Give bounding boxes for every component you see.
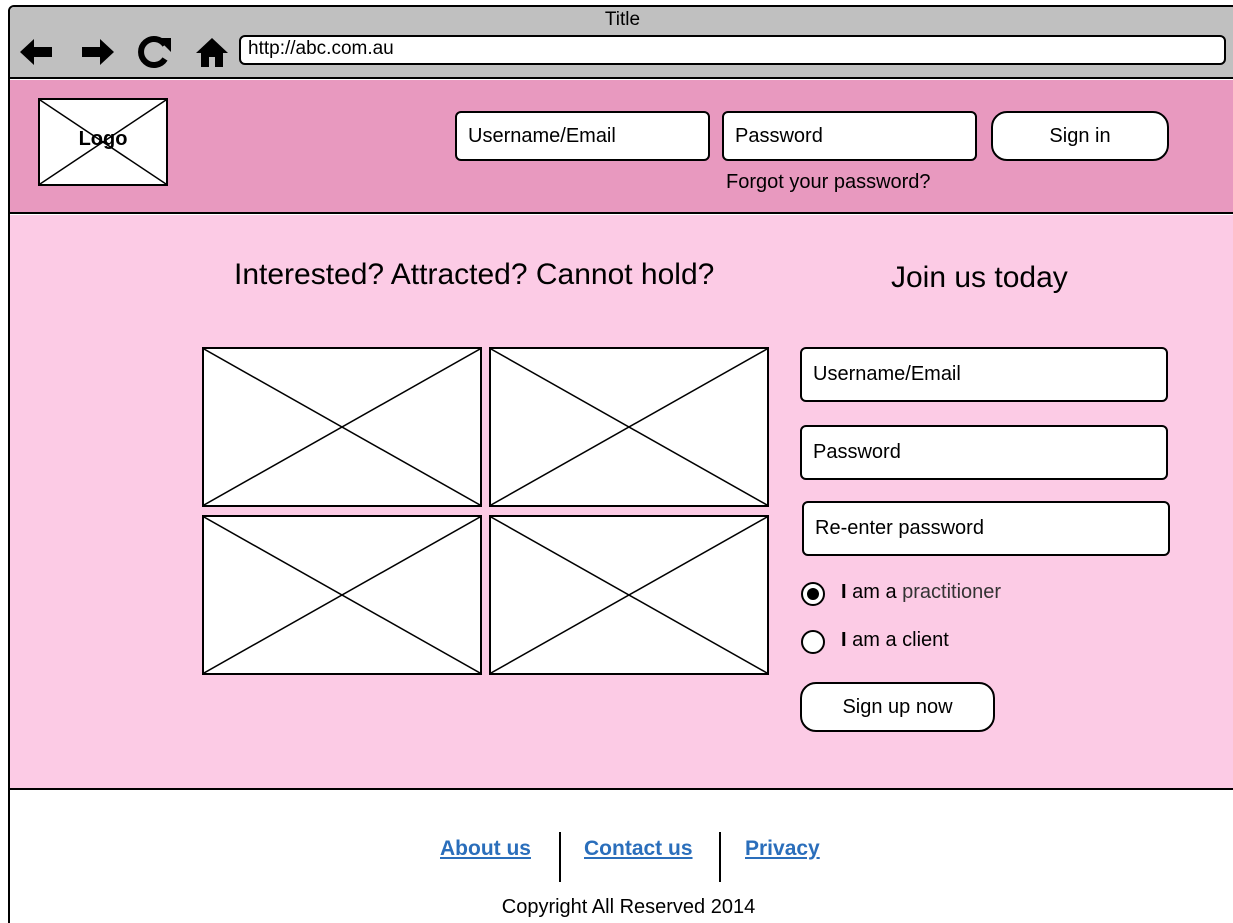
practitioner-radio-label[interactable]: I am a practitioner [841, 581, 1001, 604]
copyright-text: Copyright All Reserved 2014 [501, 896, 756, 918]
contact-us-link[interactable]: Contact us [584, 837, 693, 861]
signup-reenter-password-input[interactable]: Re-enter password [802, 501, 1170, 556]
join-title: Join us today [891, 261, 1068, 294]
client-radio-label[interactable]: I am a client [841, 629, 949, 652]
header-username-input[interactable]: Username/Email [455, 111, 710, 161]
forward-arrow-icon[interactable] [78, 33, 118, 71]
about-us-link[interactable]: About us [440, 837, 531, 861]
header-password-input[interactable]: Password [722, 111, 977, 161]
footer-divider [719, 832, 721, 882]
signup-password-input[interactable]: Password [800, 425, 1168, 480]
back-arrow-icon[interactable] [16, 33, 56, 71]
footer-divider [559, 832, 561, 882]
browser-window: Title http://abc.com.au Logo Username/Em… [8, 5, 1233, 923]
image-placeholder [202, 515, 482, 675]
logo-placeholder: Logo [38, 98, 168, 186]
main-content: Interested? Attracted? Cannot hold? Join… [10, 215, 1233, 790]
signup-username-input[interactable]: Username/Email [800, 347, 1168, 402]
client-radio[interactable] [801, 630, 825, 654]
address-bar[interactable]: http://abc.com.au [239, 35, 1226, 65]
privacy-link[interactable]: Privacy [745, 837, 820, 861]
practitioner-radio[interactable] [801, 582, 825, 606]
signin-button[interactable]: Sign in [991, 111, 1169, 161]
signup-button[interactable]: Sign up now [800, 682, 995, 732]
forgot-password-link[interactable]: Forgot your password? [726, 171, 931, 194]
browser-toolbar: Title http://abc.com.au [10, 7, 1233, 79]
home-icon[interactable] [192, 33, 232, 71]
promo-headline: Interested? Attracted? Cannot hold? [234, 258, 715, 291]
window-title: Title [604, 9, 641, 30]
site-header: Logo Username/Email Password Sign in For… [10, 80, 1233, 214]
logo-text: Logo [78, 128, 128, 150]
radio-selected-dot [807, 588, 819, 600]
image-placeholder [489, 515, 769, 675]
reload-icon[interactable] [134, 33, 174, 71]
image-placeholder [202, 347, 482, 507]
image-placeholder [489, 347, 769, 507]
